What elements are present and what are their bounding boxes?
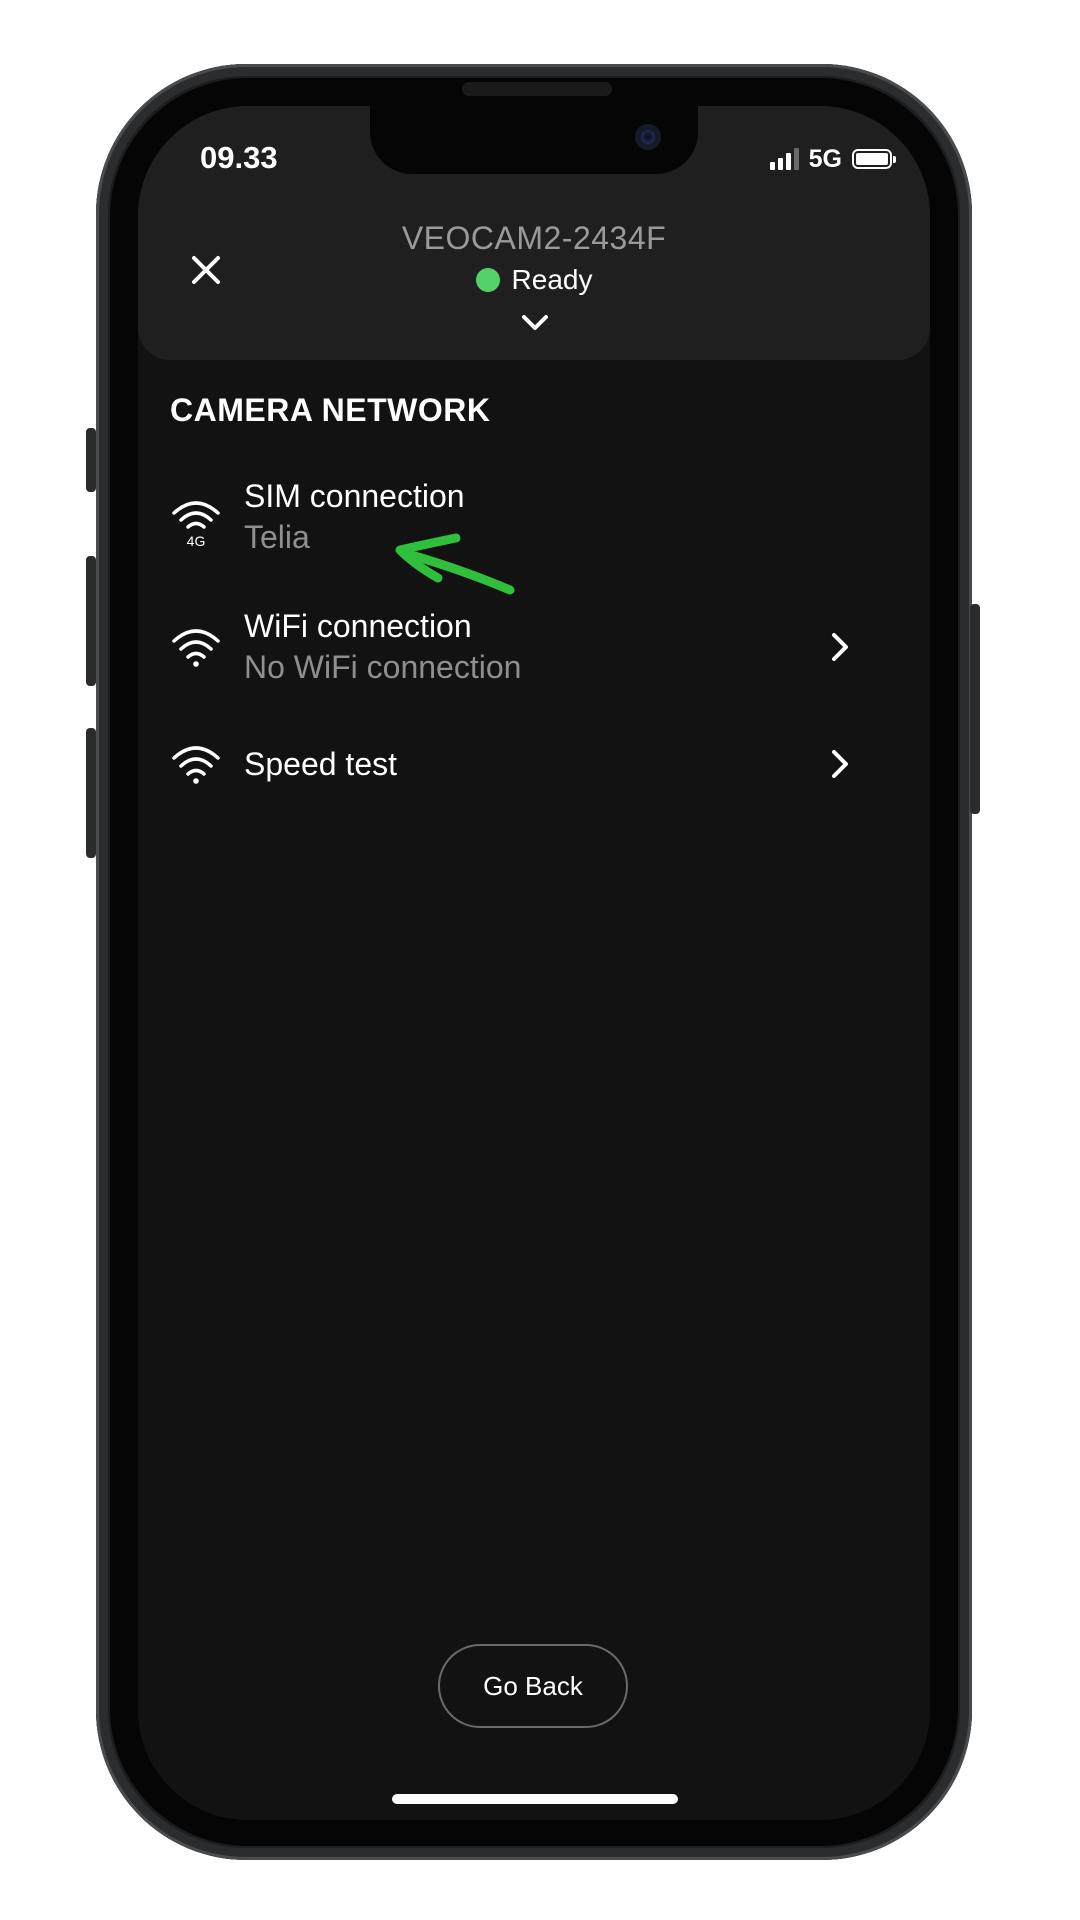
device-name: VEOCAM2-2434F <box>401 220 667 256</box>
volume-up-button <box>86 556 96 686</box>
front-camera <box>635 124 661 150</box>
wifi-icon <box>162 625 230 669</box>
sim-connection-text: SIM connection Telia <box>244 476 906 558</box>
wifi-4g-icon: 4G <box>162 497 230 549</box>
battery-icon <box>852 149 896 169</box>
cell-signal-icon <box>769 148 799 170</box>
wifi-icon <box>162 742 230 786</box>
network-type: 5G <box>808 144 842 173</box>
status-time: 09.33 <box>200 140 278 175</box>
notch <box>370 106 698 174</box>
sim-connection-carrier: Telia <box>244 519 310 555</box>
app-screen: 09.33 5G VEOCAM2-2434F Ready CAMERA NETW… <box>138 106 930 1820</box>
status-text: Ready <box>511 264 593 295</box>
chevron-right-icon <box>832 750 848 778</box>
wifi-connection-row[interactable]: WiFi connection No WiFi connection <box>162 606 906 688</box>
section-title: CAMERA NETWORK <box>170 392 491 428</box>
volume-down-button <box>86 728 96 858</box>
speed-test-title: Speed test <box>244 746 397 782</box>
chevron-right-icon <box>832 633 848 661</box>
go-back-button[interactable]: Go Back <box>438 1644 628 1728</box>
sim-connection-title: SIM connection <box>244 478 465 514</box>
green-arrow-annotation <box>395 533 515 595</box>
wifi-connection-status: No WiFi connection <box>244 649 522 685</box>
speed-test-text: Speed test <box>244 744 820 784</box>
home-indicator[interactable] <box>392 1794 678 1804</box>
sim-connection-row[interactable]: 4G SIM connection Telia <box>162 476 906 558</box>
status-indicators: 5G <box>769 144 896 174</box>
mute-switch <box>86 428 96 492</box>
sim-4g-badge: 4G <box>186 533 206 549</box>
chevron-down-icon[interactable] <box>518 308 552 336</box>
speed-test-row[interactable]: Speed test <box>162 742 906 786</box>
earpiece-speaker <box>462 82 612 96</box>
power-button <box>970 604 980 814</box>
device-status: Ready <box>138 264 930 296</box>
status-dot-icon <box>475 268 500 292</box>
wifi-connection-title: WiFi connection <box>244 608 472 644</box>
wifi-connection-text: WiFi connection No WiFi connection <box>244 606 820 688</box>
